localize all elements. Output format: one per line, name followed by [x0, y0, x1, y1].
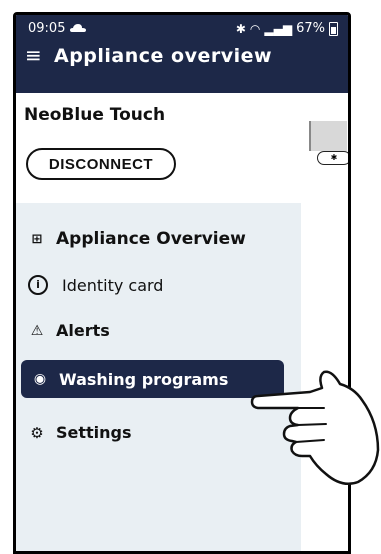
nav-item-label: Appliance Overview	[56, 229, 246, 249]
nav-item-label: Alerts	[56, 321, 110, 340]
top-bar: 09:05 ✱ ◠ ▂▄▆ 67% ≡ Appliance overview	[16, 15, 348, 93]
cloud-icon	[70, 24, 86, 32]
device-name: NeoBlue Touch	[24, 105, 166, 125]
appliance-image	[309, 121, 347, 151]
pointing-hand-icon	[250, 370, 380, 485]
warning-icon: ⚠	[30, 322, 44, 339]
bluetooth-badge: ✱	[317, 151, 348, 165]
bluetooth-icon: ✱	[235, 21, 246, 36]
nav-item-settings[interactable]: ⚙ Settings	[28, 423, 132, 442]
grid-icon: ⊞	[31, 231, 43, 247]
nav-item-appliance-overview[interactable]: ⊞ Appliance Overview	[28, 229, 246, 249]
menu-icon[interactable]: ≡	[25, 45, 42, 65]
nav-item-label: Washing programs	[59, 369, 229, 389]
signal-icon: ▂▄▆	[264, 21, 293, 36]
status-icons: ✱ ◠ ▂▄▆ 67%	[236, 21, 338, 36]
info-icon: i	[28, 275, 48, 295]
nav-item-alerts[interactable]: ⚠ Alerts	[28, 321, 110, 340]
page-title: Appliance overview	[54, 45, 273, 67]
washing-icon: ◉	[33, 371, 47, 387]
battery-percent: 67%	[296, 21, 325, 36]
nav-item-washing-programs[interactable]: ◉ Washing programs	[21, 360, 284, 398]
nav-item-label: Settings	[56, 423, 132, 442]
wifi-icon: ◠	[249, 21, 261, 36]
status-time: 09:05	[28, 21, 66, 36]
gear-icon: ⚙	[30, 423, 44, 442]
disconnect-button[interactable]: DISCONNECT	[26, 148, 176, 180]
nav-item-label: Identity card	[62, 275, 164, 295]
battery-icon	[329, 21, 338, 36]
nav-item-identity-card[interactable]: i Identity card	[28, 275, 163, 295]
